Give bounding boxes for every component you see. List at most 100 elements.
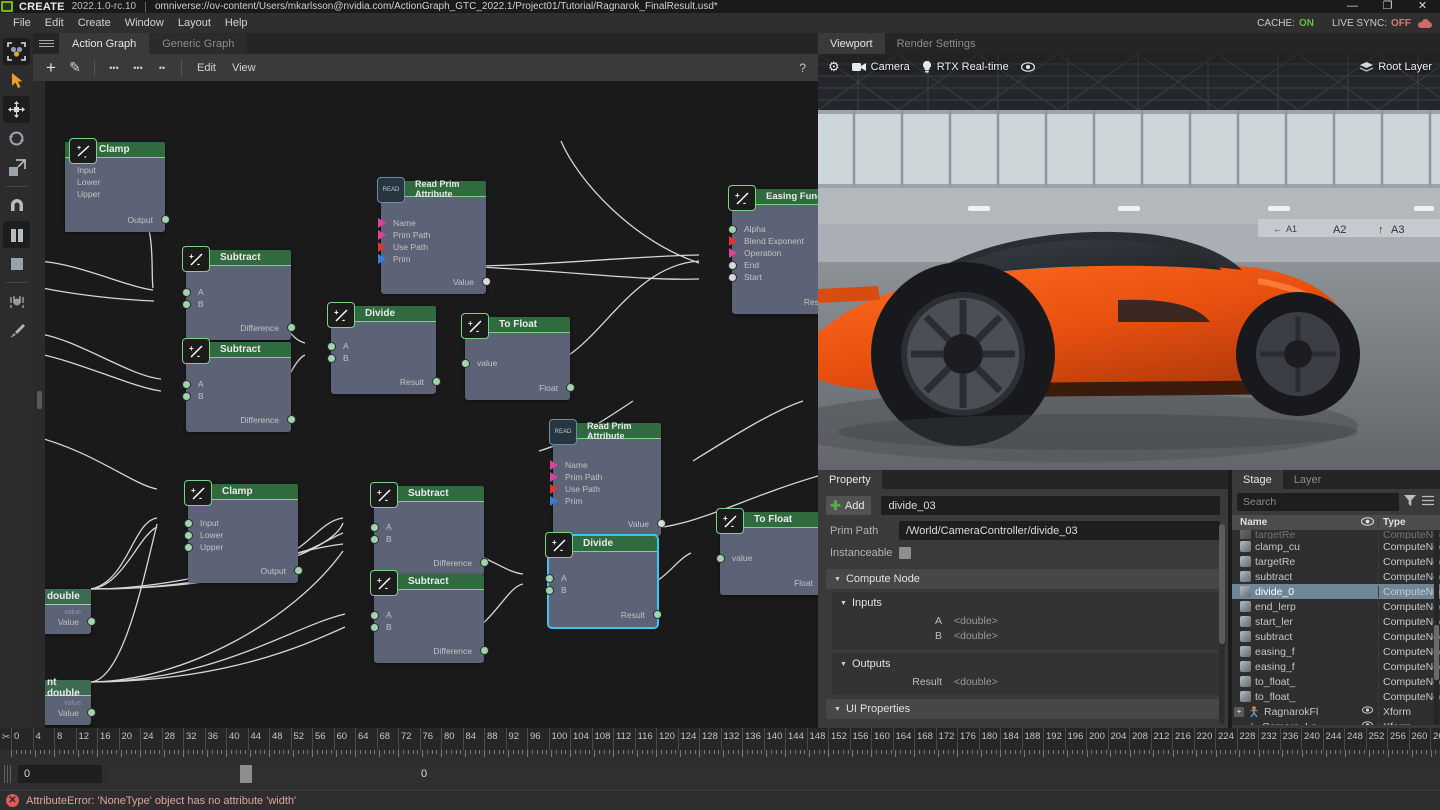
physics-pause-icon[interactable] — [3, 221, 30, 248]
node-port-input[interactable]: value — [465, 357, 570, 369]
port-triangle[interactable] — [550, 496, 558, 506]
node-port-input[interactable]: Input — [65, 164, 165, 176]
graph-node-to-float-2[interactable]: +- To Float value Float — [720, 512, 818, 595]
port-dot[interactable] — [182, 300, 191, 309]
port-dot[interactable] — [182, 380, 191, 389]
port-triangle[interactable] — [378, 254, 386, 264]
graph-node-clamp-2[interactable]: +- Clamp Input Lower Upper Output — [188, 484, 298, 583]
options-menu-icon[interactable] — [1421, 495, 1435, 509]
rotate-tool-icon[interactable] — [3, 125, 30, 152]
list-item[interactable]: subtract ComputeNode — [1232, 629, 1440, 644]
port-dot[interactable] — [87, 708, 96, 717]
snap-magnet-icon[interactable] — [3, 192, 30, 219]
column-visibility-icon[interactable] — [1356, 517, 1378, 529]
tab-render-settings[interactable]: Render Settings — [885, 33, 988, 54]
menu-edit[interactable]: Edit — [38, 15, 71, 31]
node-port-output[interactable]: Value — [41, 616, 91, 628]
node-port-output[interactable]: Result — [549, 609, 657, 621]
node-port-input[interactable]: End — [732, 259, 818, 271]
graph-node-subtract-4[interactable]: +- Subtract A B Difference — [374, 574, 484, 663]
node-port-output[interactable]: Float — [720, 577, 818, 589]
port-triangle[interactable] — [550, 472, 558, 482]
node-port-output[interactable]: Result — [732, 296, 818, 308]
list-item[interactable]: targetRe ComputeNode — [1232, 554, 1440, 569]
start-frame-field[interactable]: 0 — [18, 765, 102, 783]
port-triangle[interactable] — [378, 242, 386, 252]
node-port-input[interactable]: Prim — [381, 253, 486, 265]
property-scrollbar[interactable] — [1219, 524, 1225, 724]
node-port-input[interactable]: Use Path — [381, 241, 486, 253]
graph-node-subtract-3[interactable]: +- Subtract A B Difference — [374, 486, 484, 575]
minimize-button[interactable]: — — [1335, 0, 1370, 13]
port-dot[interactable] — [370, 623, 379, 632]
port-dot[interactable] — [461, 359, 470, 368]
stage-scrollbar-thumb[interactable] — [1434, 625, 1439, 680]
graph-node-variable-double-2[interactable]: nt double value Value — [41, 680, 91, 725]
tab-action-graph[interactable]: Action Graph — [59, 33, 149, 54]
tab-generic-graph[interactable]: Generic Graph — [149, 33, 247, 54]
node-port-input[interactable]: A — [331, 340, 436, 352]
scale-tool-icon[interactable] — [3, 154, 30, 181]
port-triangle[interactable] — [550, 460, 558, 470]
column-type[interactable]: Type — [1378, 517, 1440, 528]
port-dot[interactable] — [432, 377, 441, 386]
node-port-input[interactable]: B — [186, 390, 291, 402]
expand-icon[interactable]: + — [1234, 707, 1244, 717]
graph-node-to-float-1[interactable]: +- To Float value Float — [465, 317, 570, 400]
node-port-input[interactable]: B — [374, 621, 484, 633]
list-item-selected[interactable]: divide_0 ComputeNode — [1232, 584, 1440, 599]
graph-node-read-prim-attribute-1[interactable]: READ Read Prim Attribute Name Prim Path … — [381, 181, 486, 294]
timeline-ruler[interactable]: ✂ 04812162024283236404448525660646872768… — [0, 728, 1440, 750]
port-dot[interactable] — [184, 543, 193, 552]
port-dot[interactable] — [327, 342, 336, 351]
node-port-output[interactable]: Difference — [374, 645, 484, 657]
menu-help[interactable]: Help — [218, 15, 255, 31]
timeline-grip[interactable] — [4, 765, 14, 783]
port-dot[interactable] — [182, 392, 191, 401]
prim-name-field[interactable]: divide_03 — [881, 496, 1220, 515]
node-port-input[interactable]: A — [549, 572, 657, 584]
graph-canvas[interactable]: +- Clamp Input Lower Upper Output +- Sub… — [33, 81, 818, 728]
node-port-input[interactable]: Prim Path — [553, 471, 661, 483]
list-item[interactable]: to_float_ ComputeNode — [1232, 674, 1440, 689]
node-port-output[interactable]: Output — [65, 214, 165, 226]
close-button[interactable]: ✕ — [1405, 0, 1440, 13]
prim-visibility[interactable] — [1356, 706, 1378, 717]
list-item[interactable]: targetRe ComputeNode — [1232, 530, 1440, 539]
node-port-input[interactable]: Blend Exponent — [732, 235, 818, 247]
renderer-selector[interactable]: RTX Real-time — [922, 61, 1009, 73]
filter-icon[interactable] — [1403, 495, 1417, 509]
port-dot[interactable] — [294, 566, 303, 575]
node-port-input[interactable]: A — [186, 286, 291, 298]
prim-path-field[interactable]: /World/CameraController/divide_03 — [899, 521, 1220, 540]
viewport-select-icon[interactable] — [3, 38, 30, 65]
node-port-input[interactable]: A — [374, 609, 484, 621]
node-port-output[interactable]: Difference — [374, 557, 484, 569]
port-dot[interactable] — [545, 586, 554, 595]
viewport-3d-scene[interactable]: ← A1 A2 ↑ A3 — [818, 54, 1440, 470]
graph-node-clamp-1[interactable]: +- Clamp Input Lower Upper Output — [65, 142, 165, 232]
port-dot[interactable] — [161, 215, 170, 224]
port-dot[interactable] — [327, 354, 336, 363]
visibility-eye-icon[interactable] — [1021, 62, 1035, 72]
help-icon[interactable]: ? — [799, 61, 810, 75]
node-port-output[interactable]: Difference — [186, 322, 291, 334]
node-port-output[interactable]: Result — [331, 376, 436, 388]
timeline-lock-icon[interactable]: ✂ — [2, 732, 10, 743]
list-item[interactable]: easing_f ComputeNode — [1232, 659, 1440, 674]
graph-node-subtract-2[interactable]: +- Subtract A B Difference — [186, 342, 291, 432]
node-port-input[interactable]: Lower — [65, 176, 165, 188]
node-port-input[interactable]: Prim Path — [381, 229, 486, 241]
port-triangle[interactable] — [729, 248, 737, 258]
graph-panel-collapse-handle[interactable] — [37, 391, 42, 409]
port-dot[interactable] — [370, 535, 379, 544]
graph-edit-menu[interactable]: Edit — [191, 60, 222, 76]
node-port-input[interactable]: value — [720, 552, 818, 564]
port-dot[interactable] — [184, 531, 193, 540]
port-triangle[interactable] — [378, 230, 386, 240]
paint-brush-icon[interactable] — [3, 317, 30, 344]
port-dot[interactable] — [728, 273, 737, 282]
list-item[interactable]: subtract ComputeNode — [1232, 569, 1440, 584]
node-port-input[interactable]: Alpha — [732, 223, 818, 235]
dots-menu-2-icon[interactable]: ••• — [128, 58, 148, 78]
